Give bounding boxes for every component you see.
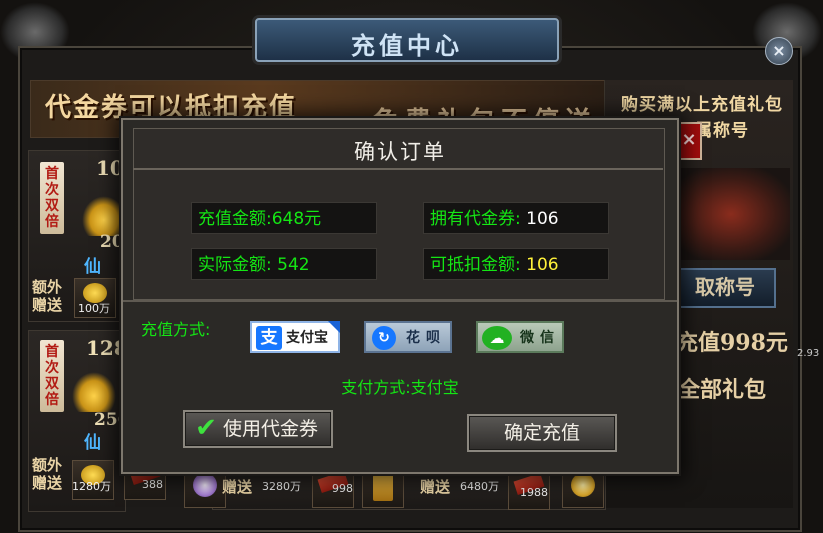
owned-voucher-value: 106: [526, 209, 559, 229]
recharge-amount-label: 充值金额:: [198, 209, 272, 229]
divider: [123, 300, 677, 302]
divider: [133, 168, 663, 170]
item-quantity: 998: [332, 482, 353, 495]
title-badge-image: [672, 168, 790, 260]
card-amount: 10: [96, 156, 124, 180]
close-icon[interactable]: ×: [765, 37, 793, 65]
huabei-label: 花呗: [406, 330, 446, 346]
window-title-plate: 充值中心: [255, 18, 559, 62]
confirm-recharge-button[interactable]: 确定充值: [467, 414, 617, 452]
wechat-icon: ☁: [482, 326, 512, 350]
claim-title-button[interactable]: 取称号: [674, 268, 776, 308]
item-quantity: 388: [142, 478, 163, 491]
actual-amount-field: 实际金额: 542: [191, 248, 377, 280]
huabei-option[interactable]: ↻ 花呗: [364, 321, 452, 353]
owned-voucher-field: 拥有代金券: 106: [423, 202, 609, 234]
recharge-amount-value: 648元: [271, 209, 322, 229]
use-voucher-button[interactable]: ✔ 使用代金券: [183, 410, 333, 448]
side-number: 2.93: [797, 348, 820, 359]
alipay-label: 支付宝: [286, 330, 328, 346]
item-quantity: 100万: [78, 302, 110, 315]
gift-label: 赠送: [420, 478, 451, 496]
selected-payment-text: 支付方式:支付宝: [341, 378, 459, 397]
owned-voucher-label: 拥有代金券:: [430, 209, 521, 229]
recharge-amount-field: 充值金额:648元: [191, 202, 377, 234]
confirm-order-dialog: 确认订单 充值金额:648元 拥有代金券: 106 实际金额: 542 可抵扣金…: [121, 118, 679, 474]
deductible-amount-value: 106: [526, 255, 559, 275]
deductible-amount-field: 可抵扣金额: 106: [423, 248, 609, 280]
actual-amount-label: 实际金额:: [198, 255, 272, 275]
card-badge: 仙: [84, 433, 101, 453]
first-double-tag: 首次双倍: [40, 162, 64, 234]
extra-gift-label: 额外赠送: [32, 278, 63, 314]
gift-panel-recharge-text: 充值998元: [676, 330, 788, 356]
actual-amount-value: 542: [277, 255, 310, 275]
gift-panel-close-button[interactable]: ×: [676, 122, 702, 160]
wechat-option[interactable]: ☁ 微信: [476, 321, 564, 353]
gift-label: 赠送: [222, 478, 253, 496]
alipay-icon: 支: [256, 326, 282, 350]
item-quantity: 1280万: [72, 480, 111, 493]
orb-item-icon[interactable]: [562, 468, 604, 508]
orb-item-icon[interactable]: [184, 468, 226, 508]
huabei-icon: ↻: [372, 326, 396, 350]
coin-pile-icon: [82, 196, 126, 236]
wechat-label: 微信: [520, 330, 560, 346]
deductible-amount-label: 可抵扣金额:: [430, 255, 521, 275]
gift-panel-title-line1: 购买满以上充值礼包: [621, 95, 783, 115]
extra-gift-label: 额外赠送: [32, 456, 63, 492]
payment-method-label: 充值方式:: [141, 320, 211, 339]
item-quantity: 3280万: [262, 480, 301, 493]
alipay-option[interactable]: 支 支付宝: [250, 321, 340, 353]
gift-panel-all-gifts-text: 全部礼包: [678, 377, 767, 403]
card-badge: 仙: [84, 257, 101, 277]
coin-pile-icon: [72, 372, 116, 412]
checkmark-icon: ✔: [195, 413, 217, 443]
use-voucher-label: 使用代金券: [223, 418, 319, 440]
statue-item-icon[interactable]: [362, 468, 404, 508]
first-double-tag: 首次双倍: [40, 340, 64, 412]
item-quantity: 1988: [520, 486, 548, 499]
window-title: 充值中心: [351, 31, 463, 60]
dialog-title: 确认订单: [354, 140, 446, 164]
item-quantity: 6480万: [460, 480, 499, 493]
selected-check-icon: [328, 321, 340, 333]
